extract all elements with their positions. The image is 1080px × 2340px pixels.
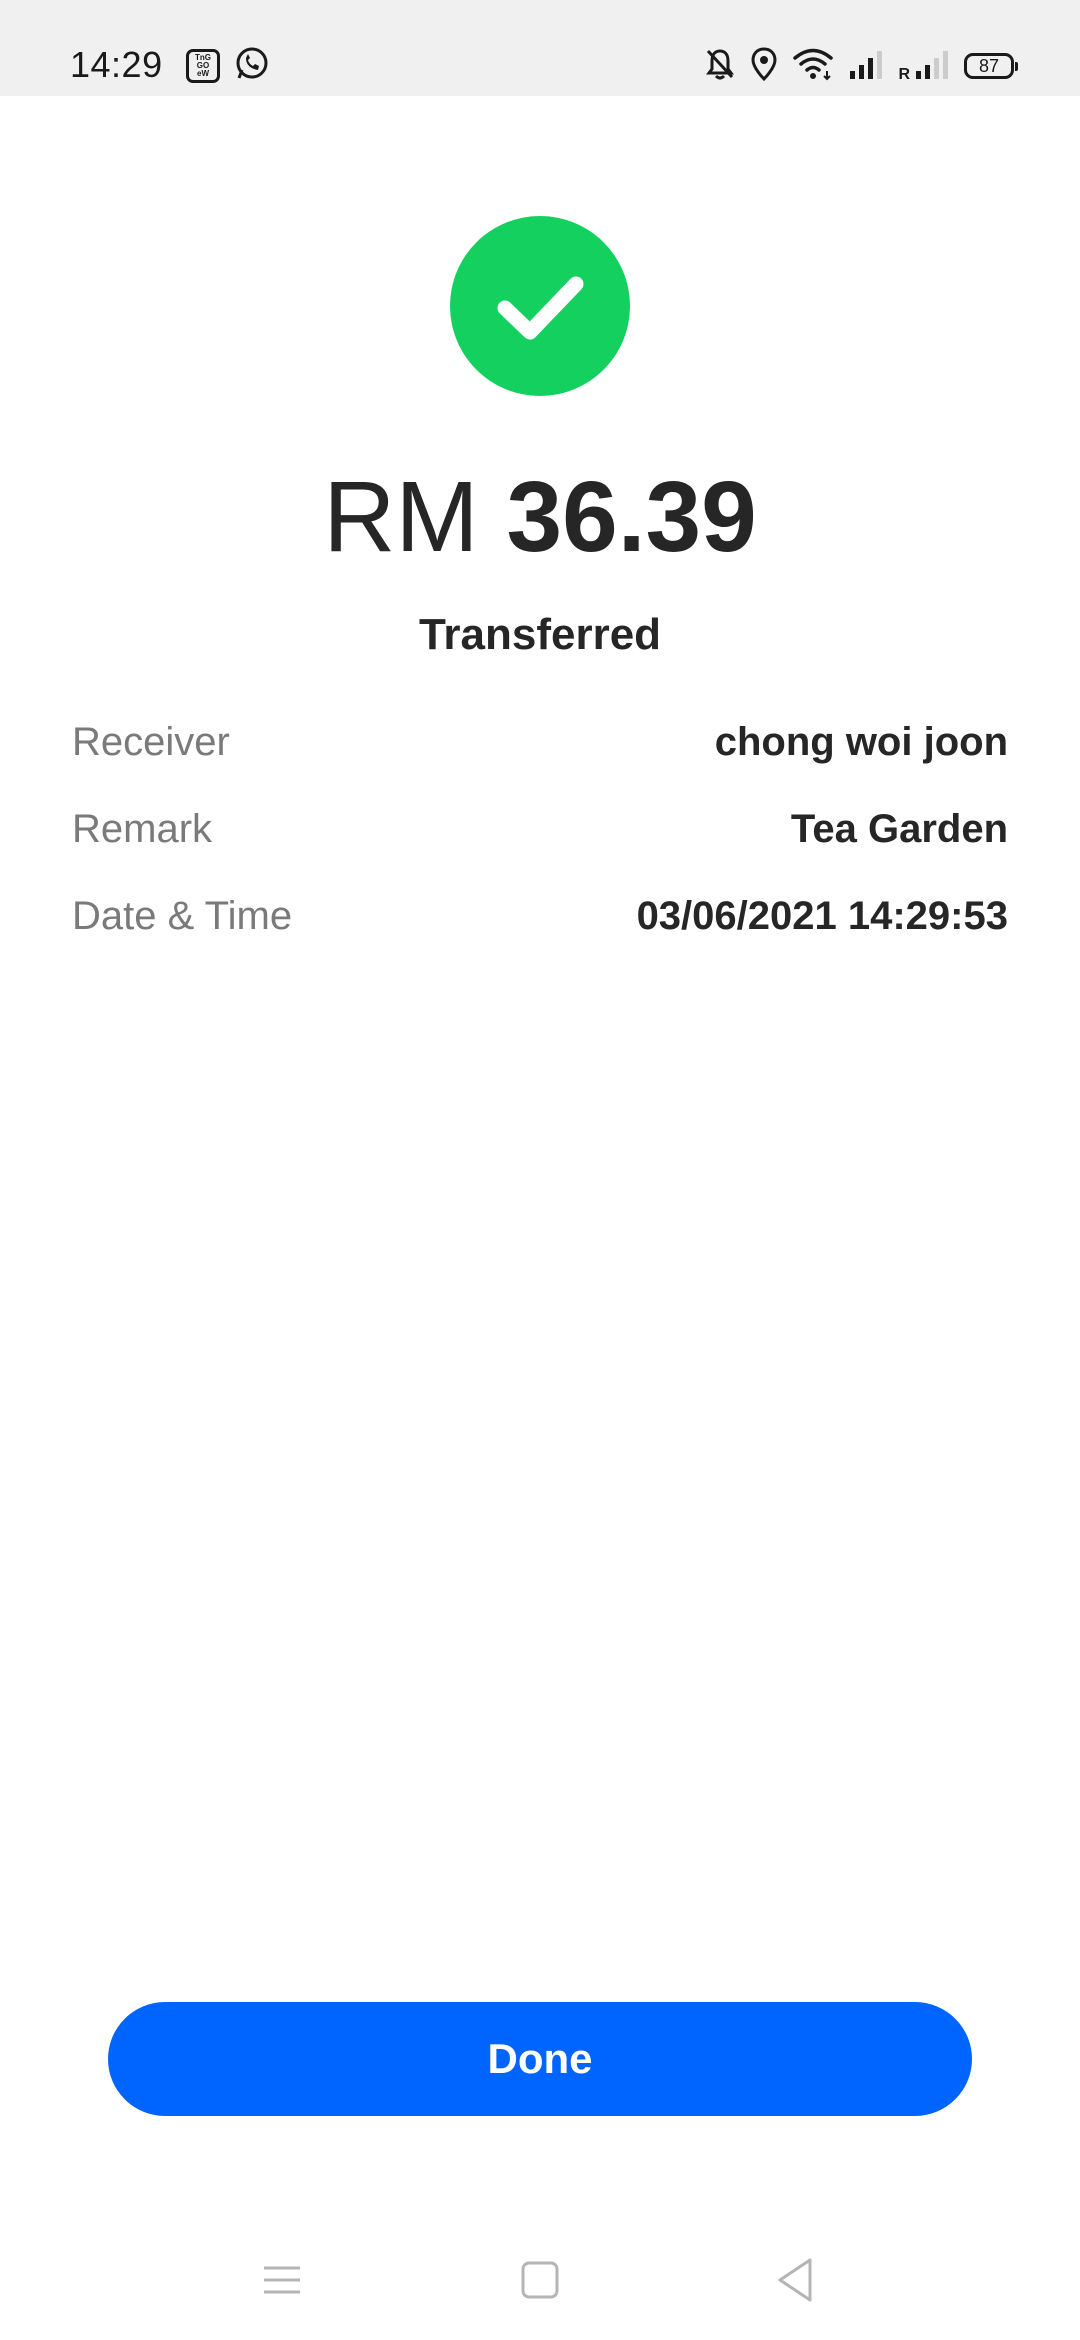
detail-row-date-time: Date & Time 03/06/2021 14:29:53	[72, 886, 1008, 946]
detail-row-remark: Remark Tea Garden	[72, 799, 1008, 859]
detail-row-receiver: Receiver chong woi joon	[72, 712, 1008, 772]
location-icon	[750, 46, 778, 86]
notifications-muted-icon	[704, 47, 736, 86]
back-triangle-icon	[778, 2258, 812, 2302]
signal-strength-icon	[848, 47, 884, 86]
battery-icon: 87	[964, 53, 1018, 79]
transfer-result-screen: 14:29 TnG GO eW R 87 RM 36.39 Transferre…	[0, 0, 1080, 2340]
amount-currency: RM	[323, 461, 479, 573]
remark-value: Tea Garden	[790, 806, 1008, 851]
recent-apps-button[interactable]	[252, 2250, 312, 2310]
transfer-amount: RM 36.39	[0, 462, 1080, 572]
wifi-icon	[792, 47, 834, 86]
signal-strength-secondary-icon	[914, 47, 950, 86]
back-button[interactable]	[766, 2250, 826, 2310]
transfer-status: Transferred	[418, 610, 662, 659]
date-time-label: Date & Time	[72, 893, 293, 938]
system-status-icons: R 87	[704, 46, 1018, 86]
roaming-label: R	[898, 66, 910, 83]
remark-label: Remark	[72, 806, 213, 851]
home-button[interactable]	[510, 2250, 570, 2310]
navigation-bar	[0, 2220, 1080, 2340]
receiver-label: Receiver	[72, 719, 230, 764]
menu-icon	[264, 2266, 300, 2294]
date-time-value: 03/06/2021 14:29:53	[636, 893, 1008, 938]
receiver-value: chong woi joon	[714, 719, 1008, 764]
status-time: 14:29	[70, 44, 163, 85]
notification-icons: TnG GO eW	[186, 46, 270, 87]
touch-n-go-ewallet-icon: TnG GO eW	[186, 49, 220, 83]
done-button[interactable]: Done	[108, 2002, 972, 2116]
success-check-icon	[450, 216, 630, 396]
status-bar: 14:29 TnG GO eW R 87	[0, 0, 1080, 96]
amount-value: 36.39	[506, 461, 757, 573]
whatsapp-icon	[234, 46, 270, 87]
home-square-icon	[521, 2261, 559, 2299]
